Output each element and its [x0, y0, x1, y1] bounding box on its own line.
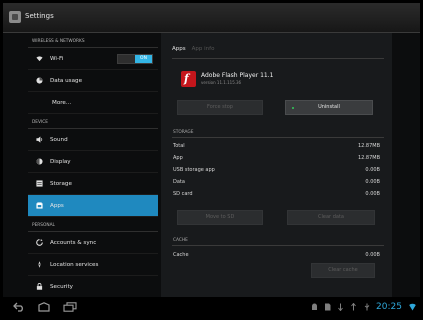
storage-row-label: App — [173, 155, 183, 161]
breadcrumb-apps[interactable]: Apps — [172, 46, 186, 52]
sidebar-item-location[interactable]: Location services — [28, 254, 158, 276]
storage-row-value: 0.00B — [365, 179, 380, 185]
action-bar-title: Settings — [25, 12, 54, 20]
sound-icon — [36, 136, 43, 143]
sidebar-item-display[interactable]: Display — [28, 151, 158, 173]
sidebar-item-label: Storage — [50, 180, 72, 187]
sidebar-item-more[interactable]: More... — [28, 92, 158, 114]
settings-content: Wireless & networks Wi-Fi ON Data usage … — [3, 33, 420, 298]
settings-sidebar: Wireless & networks Wi-Fi ON Data usage … — [28, 33, 158, 298]
divider — [172, 245, 384, 246]
apps-icon — [36, 202, 43, 209]
wifi-icon — [36, 56, 43, 62]
storage-icon — [36, 180, 43, 187]
sidebar-item-label: Sound — [50, 136, 68, 143]
storage-row-label: USB storage app — [173, 167, 215, 173]
upload-notification-icon[interactable] — [351, 303, 356, 311]
back-icon[interactable] — [13, 302, 25, 312]
sidebar-item-label: Accounts & sync — [50, 239, 97, 246]
sidebar-item-label: Wi-Fi — [50, 55, 64, 62]
sidebar-item-label: Data usage — [50, 77, 83, 84]
sidebar-item-label: Location services — [50, 261, 99, 268]
data-usage-icon — [36, 77, 43, 84]
system-navigation-bar: 20:25 — [3, 297, 420, 317]
status-clock[interactable]: 20:25 — [376, 302, 402, 312]
lock-icon — [36, 283, 43, 290]
settings-app-icon[interactable] — [9, 11, 21, 23]
flash-player-app-icon: f — [181, 71, 196, 87]
sd-card-notification-icon[interactable] — [324, 303, 331, 311]
location-icon — [38, 261, 41, 268]
storage-row-value: 0.00B — [365, 167, 380, 173]
app-info-panel: Apps App info f Adobe Flash Player 11.1 v… — [161, 33, 392, 297]
sidebar-item-label: Display — [50, 158, 71, 165]
storage-row-total: Total 12.87MB — [173, 143, 380, 149]
sidebar-item-wifi[interactable]: Wi-Fi ON — [28, 48, 158, 70]
uninstall-button[interactable]: Uninstall — [285, 100, 373, 115]
cache-row-label: Cache — [173, 252, 189, 258]
app-version: version 11.1.115.36 — [201, 80, 242, 85]
cache-section-header: Cache — [173, 238, 188, 243]
storage-row-usb-app: USB storage app 0.00B — [173, 167, 380, 173]
sidebar-item-sound[interactable]: Sound — [28, 129, 158, 151]
storage-row-data: Data 0.00B — [173, 179, 380, 185]
wifi-toggle[interactable]: ON — [117, 54, 153, 64]
sidebar-item-label: Apps — [50, 202, 64, 209]
storage-row-value: 12.87MB — [357, 143, 380, 149]
divider — [172, 137, 384, 138]
section-header-device: Device — [28, 114, 158, 129]
clear-data-button[interactable]: Clear data — [287, 210, 375, 225]
storage-row-label: Total — [173, 143, 185, 149]
cache-row-value: 0.00B — [365, 252, 380, 258]
sidebar-item-accounts-sync[interactable]: Accounts & sync — [28, 232, 158, 254]
sidebar-item-data-usage[interactable]: Data usage — [28, 70, 158, 92]
usb-notification-icon[interactable] — [364, 303, 370, 311]
section-header-wireless: Wireless & networks — [28, 33, 158, 48]
wifi-toggle-on-label: ON — [135, 55, 152, 63]
sidebar-item-label: More... — [52, 99, 72, 106]
storage-section-header: Storage — [173, 130, 194, 135]
sidebar-item-apps[interactable]: Apps — [28, 195, 158, 217]
sidebar-item-label: Security — [50, 283, 73, 290]
wifi-signal-icon[interactable] — [409, 303, 416, 311]
storage-row-value: 0.00B — [365, 191, 380, 197]
section-header-personal: Personal — [28, 217, 158, 232]
home-icon[interactable] — [37, 302, 51, 312]
storage-row-app: App 12.87MB — [173, 155, 380, 161]
clear-cache-button[interactable]: Clear cache — [311, 263, 375, 278]
tablet-screen: Settings Wireless & networks Wi-Fi ON Da… — [3, 3, 420, 317]
cache-row: Cache 0.00B — [173, 252, 380, 258]
storage-row-value: 12.87MB — [357, 155, 380, 161]
sidebar-item-storage[interactable]: Storage — [28, 173, 158, 195]
sync-icon — [36, 239, 43, 246]
move-to-sd-button[interactable]: Move to SD — [177, 210, 263, 225]
recent-apps-icon[interactable] — [63, 302, 77, 312]
sidebar-item-security[interactable]: Security — [28, 276, 158, 298]
download-notification-icon[interactable] — [338, 303, 343, 311]
display-icon — [36, 158, 43, 165]
force-stop-button[interactable]: Force stop — [177, 100, 263, 115]
divider — [172, 58, 384, 59]
android-notification-icon[interactable] — [311, 303, 318, 311]
breadcrumb: Apps App info — [172, 46, 214, 52]
storage-row-label: SD card — [173, 191, 193, 197]
storage-row-label: Data — [173, 179, 185, 185]
breadcrumb-app-info: App info — [191, 46, 215, 52]
storage-row-sd-card: SD card 0.00B — [173, 191, 380, 197]
app-name: Adobe Flash Player 11.1 — [201, 72, 274, 79]
action-bar: Settings — [3, 3, 420, 33]
